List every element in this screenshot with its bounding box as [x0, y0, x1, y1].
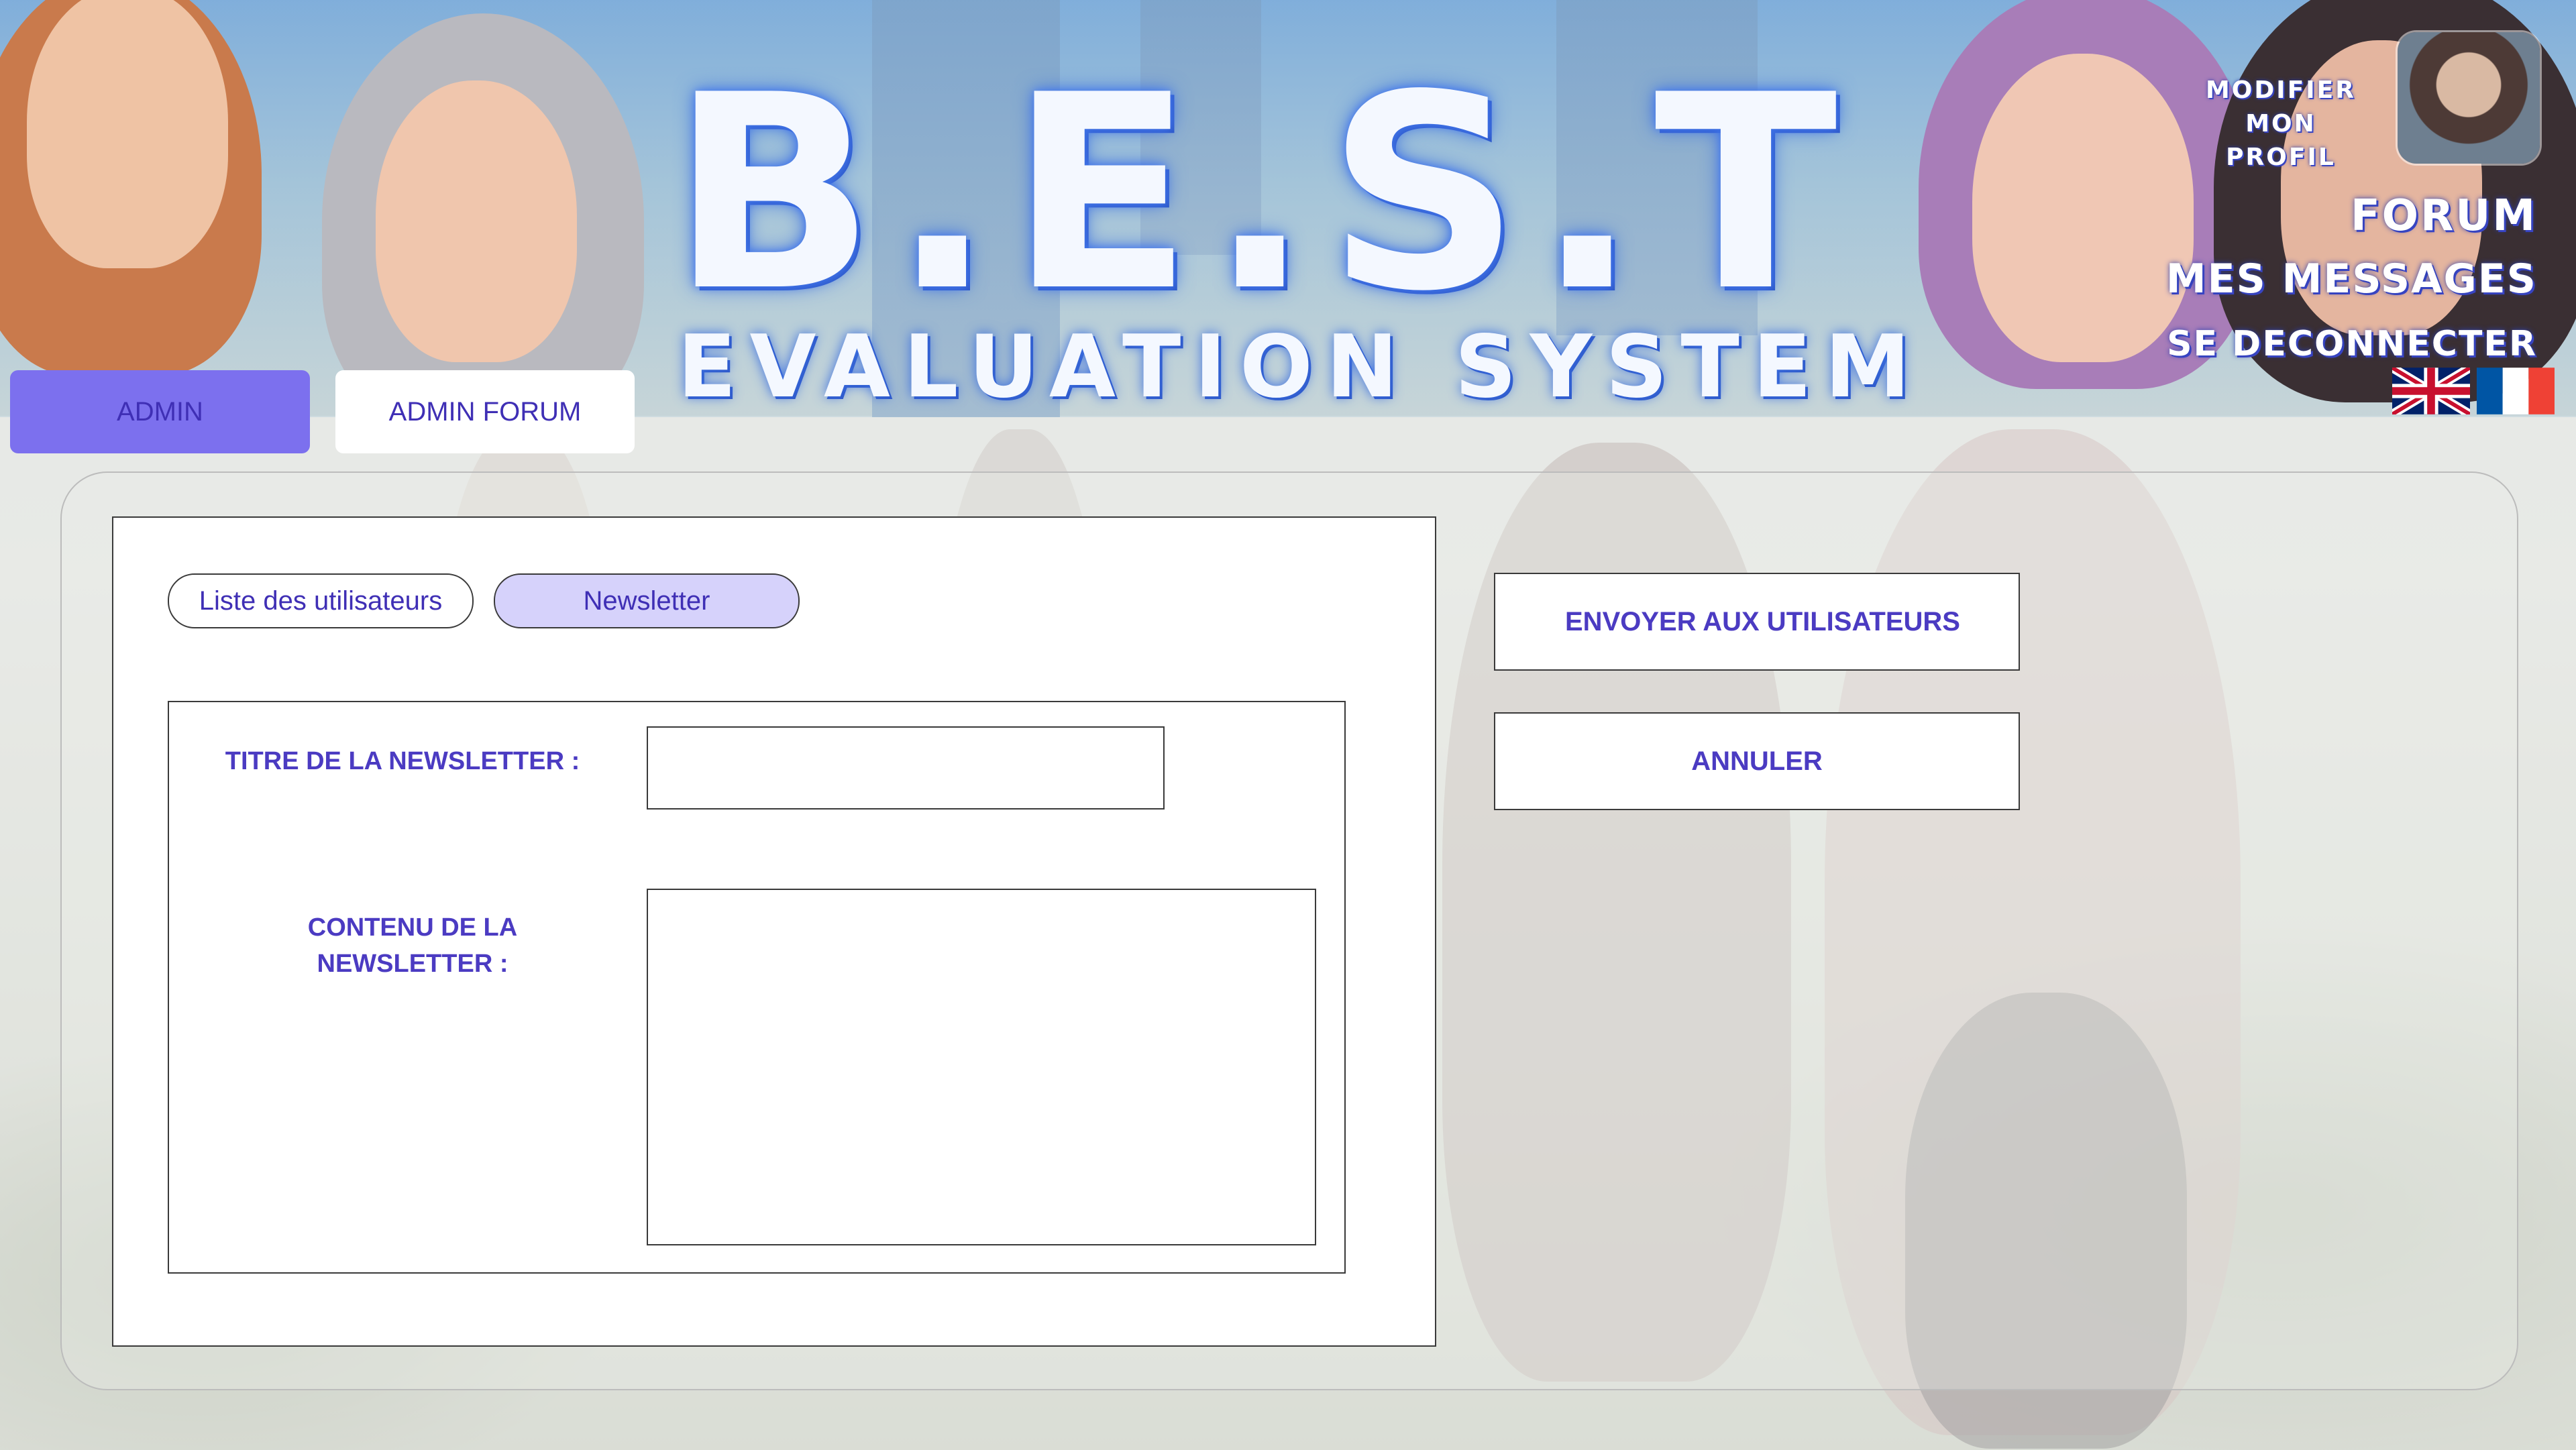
logo-subtitle: EVALUATION SYSTEM: [678, 317, 1924, 417]
nav-logout-link[interactable]: SE DECONNECTER: [2167, 321, 2537, 368]
newsletter-content-label: CONTENU DE LA NEWSLETTER :: [307, 913, 518, 978]
logo-title: B.E.S.T: [671, 38, 1854, 350]
character-face: [1972, 54, 2194, 362]
nav-messages-link[interactable]: MES MESSAGES: [2166, 254, 2537, 304]
uk-flag-icon[interactable]: [2392, 368, 2470, 414]
edit-profile-link[interactable]: MODIFIER MON PROFIL: [2187, 74, 2375, 174]
subtab-user-list[interactable]: Liste des utilisateurs: [168, 573, 474, 628]
send-to-users-button[interactable]: ENVOYER AUX UTILISATEURS: [1494, 573, 2020, 671]
newsletter-title-label: TITRE DE LA NEWSLETTER :: [225, 747, 580, 775]
tab-admin[interactable]: ADMIN: [10, 370, 310, 453]
avatar[interactable]: [2398, 32, 2540, 164]
newsletter-title-input[interactable]: [647, 726, 1165, 810]
character-face: [376, 80, 577, 362]
fr-flag-icon[interactable]: [2477, 368, 2555, 414]
character-face: [27, 0, 228, 268]
newsletter-content-textarea[interactable]: [647, 889, 1316, 1245]
subtab-newsletter[interactable]: Newsletter: [494, 573, 800, 628]
cancel-button[interactable]: ANNULER: [1494, 712, 2020, 810]
tab-admin-forum[interactable]: ADMIN FORUM: [335, 370, 635, 453]
nav-forum-link[interactable]: FORUM: [2351, 189, 2537, 243]
